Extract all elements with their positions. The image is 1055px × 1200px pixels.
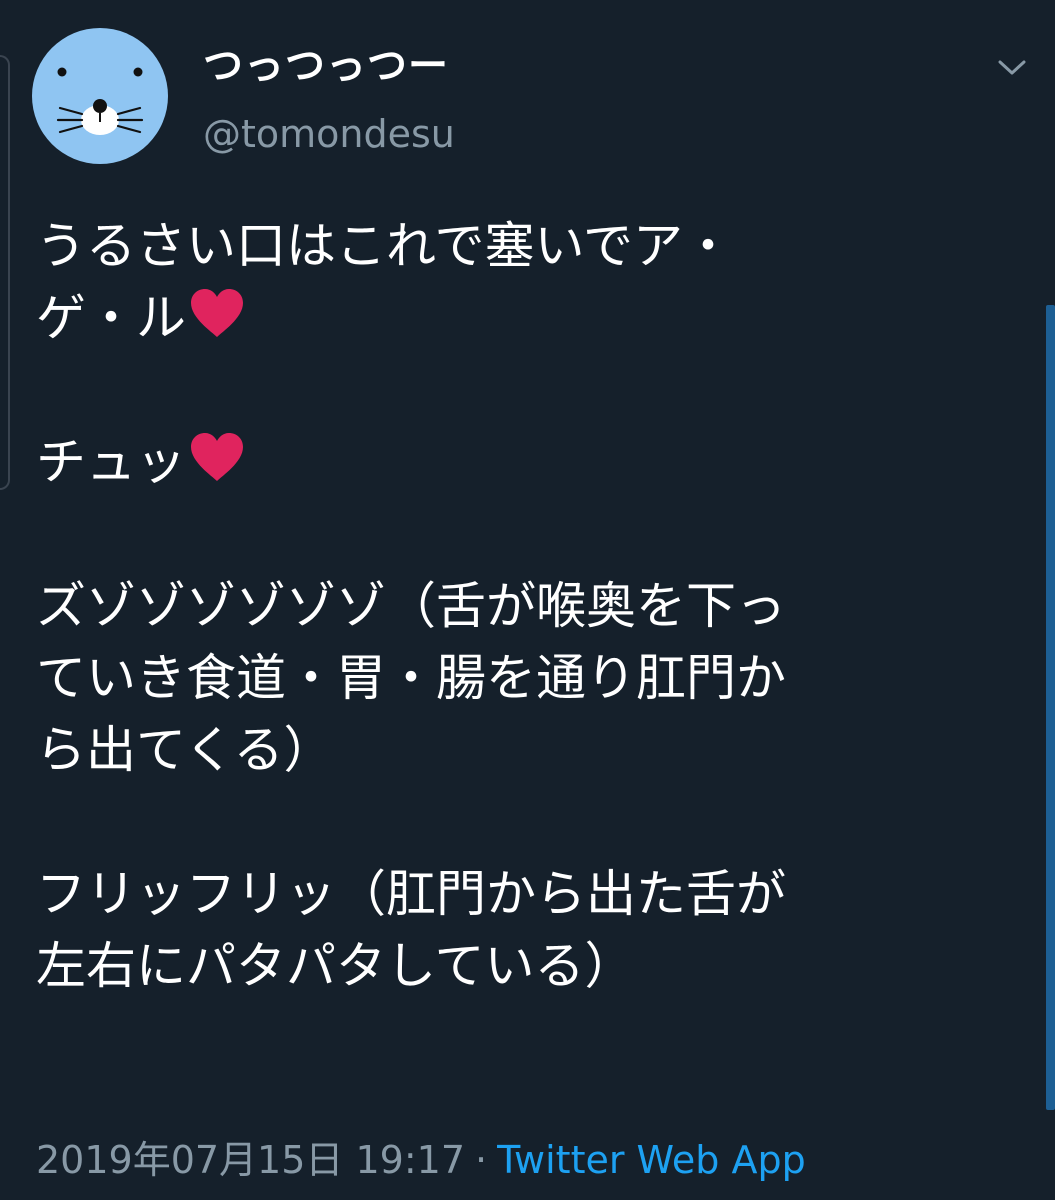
tweet-text: うるさい口はこれで塞いでア・ ゲ・ル チュッ ズゾゾゾゾゾゾ（舌が喉奥を下っ て…	[36, 210, 1036, 1002]
chevron-down-icon	[998, 60, 1026, 75]
user-handle[interactable]: @tomondesu	[203, 110, 455, 158]
tweet-line: うるさい口はこれで塞いでア・	[36, 217, 733, 275]
tweet-paragraph: チュッ	[36, 426, 1036, 498]
tweet-line: チュッ	[36, 426, 1036, 498]
tweet-paragraph: うるさい口はこれで塞いでア・ ゲ・ル	[36, 210, 1036, 354]
meta-separator: ·	[475, 1138, 488, 1182]
more-options-button[interactable]	[992, 50, 1032, 86]
tweet-line: ら出てくる）	[36, 721, 334, 779]
tweet-line: ていき食道・胃・腸を通り肛門か	[36, 649, 786, 707]
tweet-paragraph: ズゾゾゾゾゾゾ（舌が喉奥を下っ ていき食道・胃・腸を通り肛門か ら出てくる）	[36, 570, 1036, 786]
tweet-line: 左右にパタパタしている）	[36, 937, 635, 995]
seal-face-icon	[56, 67, 144, 135]
heart-icon	[191, 433, 243, 481]
tweet-line: ズゾゾゾゾゾゾ（舌が喉奥を下っ	[36, 577, 786, 635]
timestamp[interactable]: 2019年07月15日 19:17	[36, 1138, 465, 1182]
tweet-paragraph: フリッフリッ（肛門から出た舌が 左右にパタパタしている）	[36, 858, 1036, 1002]
source-link[interactable]: Twitter Web App	[497, 1138, 806, 1182]
avatar[interactable]	[32, 28, 168, 164]
tweet-line: ゲ・ル	[36, 282, 1036, 354]
tweet-line: フリッフリッ（肛門から出た舌が	[36, 865, 786, 923]
display-name[interactable]: つっつっつー	[203, 40, 449, 92]
heart-icon	[191, 289, 243, 337]
tweet-meta: 2019年07月15日 19:17 · Twitter Web App	[36, 1135, 806, 1185]
scrollbar[interactable]	[1046, 305, 1055, 1110]
previous-panel-edge	[0, 55, 10, 490]
